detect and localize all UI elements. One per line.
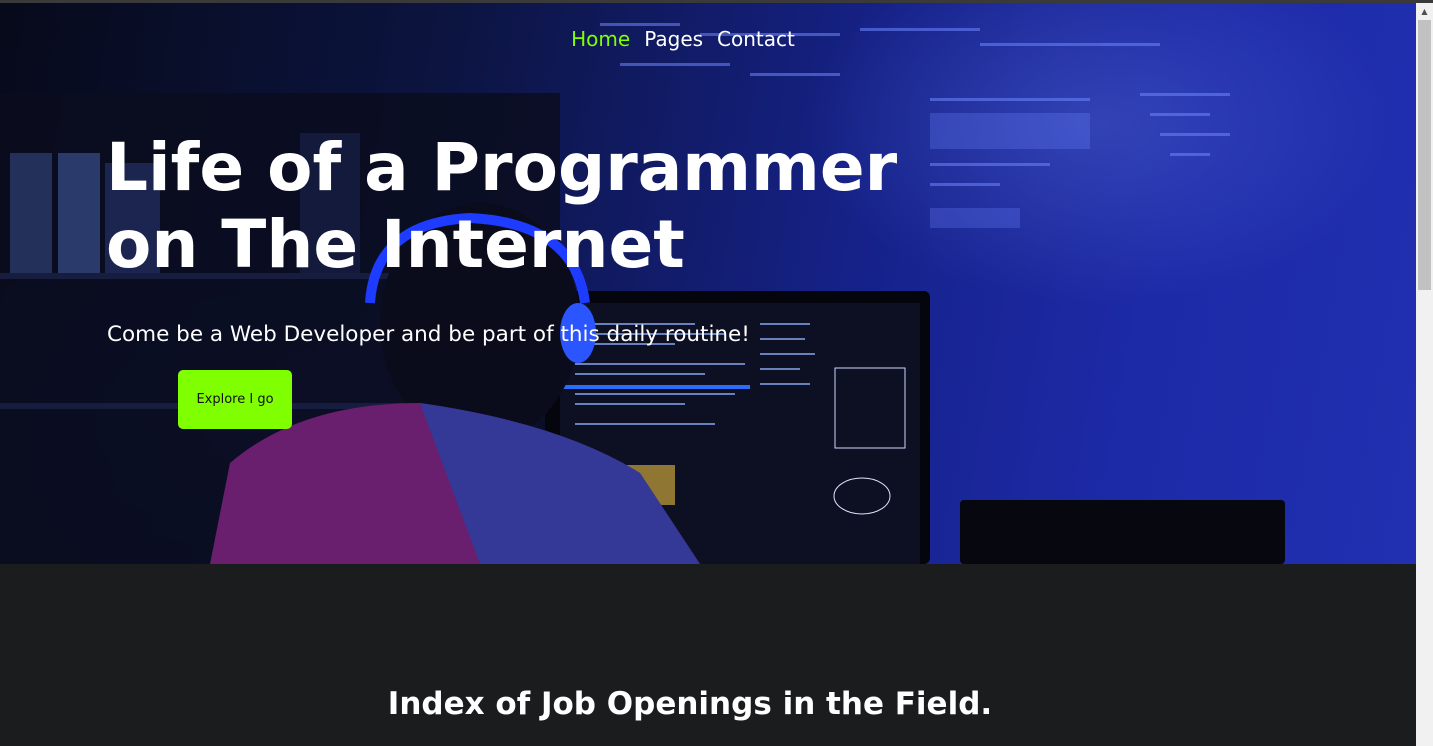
hero-background-image xyxy=(0,23,1285,564)
scroll-up-icon[interactable]: ▲ xyxy=(1416,3,1433,20)
hero-title-line-1: Life of a Programmer xyxy=(106,129,898,206)
hero-title-line-2: on The Internet xyxy=(106,206,685,283)
nav-home-link[interactable]: Home xyxy=(571,27,630,51)
hero-section: Home Pages Contact Life of a Programmer on… xyxy=(0,3,1416,564)
nav-contact-link[interactable]: Contact xyxy=(717,27,795,51)
explore-button[interactable]: Explore I go xyxy=(178,370,292,429)
job-openings-section: Index of Job Openings in the Field. xyxy=(0,564,1416,746)
main-nav: Home Pages Contact xyxy=(0,27,1366,51)
scroll-thumb[interactable] xyxy=(1418,20,1431,290)
hero-title: Life of a Programmer on The Internet xyxy=(106,129,966,283)
hero-subtitle: Come be a Web Developer and be part of t… xyxy=(107,322,750,347)
nav-pages-link[interactable]: Pages xyxy=(644,27,703,51)
vertical-scrollbar[interactable]: ▲ xyxy=(1416,3,1433,746)
page-viewport: Home Pages Contact Life of a Programmer on… xyxy=(0,3,1416,746)
section-title: Index of Job Openings in the Field. xyxy=(387,686,993,722)
